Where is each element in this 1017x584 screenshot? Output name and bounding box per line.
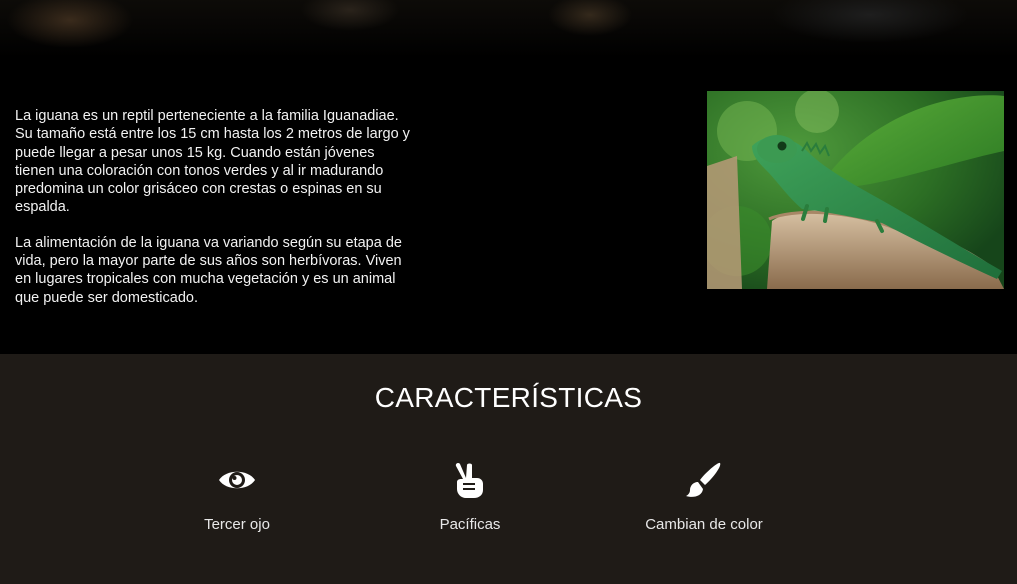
about-description: La iguana es un reptil perteneciente a l…: [15, 107, 410, 324]
feature-label: Cambian de color: [645, 516, 763, 533]
feature-third-eye: Tercer ojo: [137, 460, 337, 533]
about-paragraph-2: La alimentación de la iguana va variando…: [15, 234, 402, 306]
about-section: La iguana es un reptil perteneciente a l…: [0, 58, 1017, 354]
feature-label: Pacíficas: [439, 516, 501, 533]
about-paragraph-1: La iguana es un reptil perteneciente a l…: [15, 108, 410, 216]
peace-hand-icon: [450, 460, 490, 500]
feature-label: Tercer ojo: [204, 516, 270, 533]
iguana-photo: [707, 91, 1004, 289]
eye-icon: [217, 460, 257, 500]
features-title: CARACTERÍSTICAS: [374, 382, 643, 413]
feature-change-color: Cambian de color: [604, 460, 804, 533]
paint-brush-icon: [684, 460, 724, 500]
features-section: CARACTERÍSTICAS Tercer ojo Pacíficas Cam…: [0, 354, 1017, 584]
hero-image-strip: [0, 0, 1017, 58]
feature-peaceful: Pacíficas: [370, 460, 570, 533]
